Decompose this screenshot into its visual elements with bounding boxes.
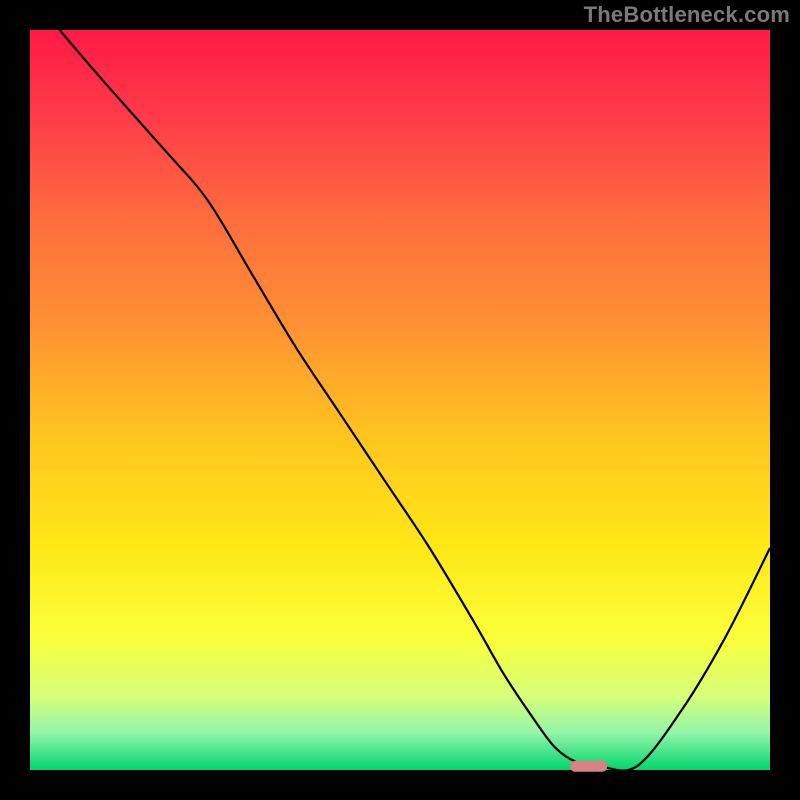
watermark-text: TheBottleneck.com bbox=[584, 2, 790, 28]
chart-svg bbox=[0, 0, 800, 800]
plot-background bbox=[30, 30, 770, 770]
bottleneck-chart: TheBottleneck.com bbox=[0, 0, 800, 800]
optimal-marker bbox=[570, 761, 607, 772]
